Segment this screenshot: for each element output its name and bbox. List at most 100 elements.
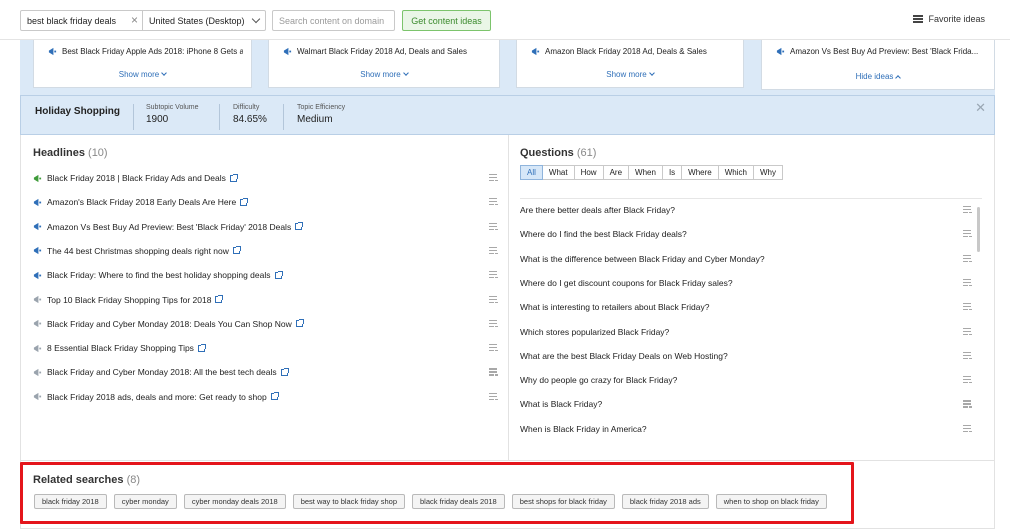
- external-link-icon[interactable]: [215, 295, 224, 303]
- question-row[interactable]: What is interesting to retailers about B…: [520, 298, 972, 316]
- filter-tab-which[interactable]: Which: [718, 165, 754, 180]
- megaphone-icon: [33, 295, 42, 304]
- add-to-list-icon[interactable]: [963, 424, 972, 433]
- add-to-list-icon[interactable]: [963, 278, 972, 287]
- keyword-input[interactable]: best black friday deals ×: [21, 11, 143, 30]
- clear-keyword-icon[interactable]: ×: [131, 14, 138, 26]
- stat-value: 84.65%: [233, 114, 267, 125]
- add-to-list-icon[interactable]: [489, 271, 498, 279]
- external-link-icon[interactable]: [240, 197, 249, 206]
- difficulty-stat: Difficulty 84.65%: [233, 104, 267, 125]
- add-to-list-icon[interactable]: [489, 198, 498, 206]
- add-to-list-icon[interactable]: [489, 392, 498, 401]
- domain-search-input[interactable]: Search content on domain: [272, 10, 395, 31]
- add-to-list-icon[interactable]: [963, 400, 972, 408]
- scrollbar[interactable]: [977, 207, 980, 252]
- show-more-link[interactable]: Show more: [34, 70, 251, 79]
- headline-row[interactable]: Black Friday 2018 ads, deals and more: G…: [33, 388, 498, 406]
- add-to-list-icon[interactable]: [489, 174, 498, 182]
- question-row[interactable]: Which stores popularized Black Friday?: [520, 323, 972, 341]
- question-text: Which stores popularized Black Friday?: [520, 326, 670, 337]
- add-to-list-icon[interactable]: [489, 344, 498, 352]
- question-row[interactable]: What is Black Friday?: [520, 395, 972, 413]
- external-link-icon[interactable]: [295, 319, 304, 328]
- headline-text: Black Friday and Cyber Monday 2018: Deal…: [47, 318, 292, 329]
- database-select[interactable]: United States (Desktop): [143, 11, 265, 30]
- question-row[interactable]: When is Black Friday in America?: [520, 420, 972, 438]
- headline-row[interactable]: Black Friday and Cyber Monday 2018: Deal…: [33, 315, 498, 333]
- filter-tab-how[interactable]: How: [574, 165, 604, 180]
- headline-text: The 44 best Christmas shopping deals rig…: [47, 245, 229, 256]
- questions-title: Questions (61): [520, 147, 596, 159]
- filter-tab-where[interactable]: Where: [682, 165, 719, 180]
- headline-row[interactable]: The 44 best Christmas shopping deals rig…: [33, 242, 498, 260]
- filter-tab-what[interactable]: What: [542, 165, 575, 180]
- question-row[interactable]: What are the best Black Friday Deals on …: [520, 347, 972, 365]
- question-row[interactable]: Where do I find the best Black Friday de…: [520, 225, 972, 243]
- add-to-list-icon[interactable]: [489, 368, 498, 376]
- add-to-list-icon[interactable]: [963, 327, 972, 336]
- card-title: Amazon Black Friday 2018 Ad, Deals & Sal…: [545, 47, 707, 56]
- megaphone-icon: [33, 393, 42, 401]
- headline-text: Black Friday: Where to find the best hol…: [47, 270, 271, 281]
- megaphone-icon: [48, 47, 57, 56]
- chevron-up-icon: [895, 75, 902, 81]
- divider: [520, 198, 982, 199]
- megaphone-icon: [33, 222, 42, 231]
- add-to-list-icon[interactable]: [963, 230, 972, 238]
- hide-ideas-link[interactable]: Hide ideas: [762, 72, 994, 81]
- add-to-list-icon[interactable]: [963, 254, 972, 263]
- card-title-row: Amazon Black Friday 2018 Ad, Deals & Sal…: [531, 47, 735, 56]
- question-row[interactable]: Where do I get discount coupons for Blac…: [520, 274, 972, 292]
- external-link-icon[interactable]: [197, 343, 206, 352]
- top-bar: best black friday deals × United States …: [0, 0, 1010, 40]
- add-to-list-icon[interactable]: [489, 246, 498, 255]
- external-link-icon[interactable]: [232, 246, 241, 255]
- headline-row[interactable]: Top 10 Black Friday Shopping Tips for 20…: [33, 291, 498, 309]
- filter-tab-is[interactable]: Is: [662, 165, 683, 180]
- external-link-icon[interactable]: [274, 270, 283, 279]
- close-icon[interactable]: ✕: [975, 100, 986, 116]
- add-to-list-icon[interactable]: [963, 351, 972, 360]
- get-content-ideas-button[interactable]: Get content ideas: [402, 10, 491, 31]
- show-more-label: Show more: [606, 70, 647, 79]
- favorite-ideas-link[interactable]: Favorite ideas: [913, 14, 985, 24]
- show-more-link[interactable]: Show more: [269, 70, 499, 79]
- question-row[interactable]: Why do people go crazy for Black Friday?: [520, 371, 972, 389]
- add-to-list-icon[interactable]: [489, 319, 498, 328]
- headline-row[interactable]: 8 Essential Black Friday Shopping Tips: [33, 339, 498, 357]
- topic-content: Headlines (10) Black Friday 2018 | Black…: [20, 135, 995, 460]
- add-to-list-icon[interactable]: [963, 376, 972, 384]
- question-filter-tabs: All What How Are When Is Where Which Why: [520, 165, 783, 180]
- headline-row[interactable]: Amazon's Black Friday 2018 Early Deals A…: [33, 193, 498, 211]
- question-text: What are the best Black Friday Deals on …: [520, 350, 728, 361]
- chevron-down-icon: [161, 70, 168, 76]
- external-link-icon[interactable]: [280, 367, 289, 376]
- headline-text: Top 10 Black Friday Shopping Tips for 20…: [47, 294, 212, 305]
- question-text: What is the difference between Black Fri…: [520, 253, 765, 264]
- chevron-down-icon: [648, 70, 655, 76]
- topic-efficiency-stat: Topic Efficiency Medium: [297, 104, 345, 125]
- filter-tab-are[interactable]: Are: [603, 165, 630, 180]
- question-row[interactable]: What is the difference between Black Fri…: [520, 250, 972, 268]
- add-to-list-icon[interactable]: [963, 303, 972, 311]
- headline-row[interactable]: Amazon Vs Best Buy Ad Preview: Best 'Bla…: [33, 218, 498, 236]
- add-to-list-icon[interactable]: [489, 295, 498, 304]
- subtopic-volume-stat: Subtopic Volume 1900: [146, 104, 199, 125]
- headline-row[interactable]: Black Friday and Cyber Monday 2018: All …: [33, 363, 498, 381]
- headline-text: Black Friday and Cyber Monday 2018: All …: [47, 367, 277, 378]
- add-to-list-icon[interactable]: [963, 206, 972, 214]
- question-row[interactable]: Are there better deals after Black Frida…: [520, 201, 972, 219]
- headline-row[interactable]: Black Friday 2018 | Black Friday Ads and…: [33, 169, 498, 187]
- headline-row[interactable]: Black Friday: Where to find the best hol…: [33, 266, 498, 284]
- filter-tab-why[interactable]: Why: [753, 165, 783, 180]
- filter-tab-all[interactable]: All: [520, 165, 543, 180]
- add-to-list-icon[interactable]: [489, 222, 498, 231]
- filter-tab-when[interactable]: When: [629, 165, 663, 180]
- show-more-link[interactable]: Show more: [517, 70, 743, 79]
- external-link-icon[interactable]: [229, 173, 238, 182]
- card-title: Best Black Friday Apple Ads 2018: iPhone…: [62, 47, 243, 56]
- external-link-icon[interactable]: [270, 392, 279, 401]
- external-link-icon[interactable]: [295, 222, 304, 231]
- megaphone-icon: [33, 198, 42, 206]
